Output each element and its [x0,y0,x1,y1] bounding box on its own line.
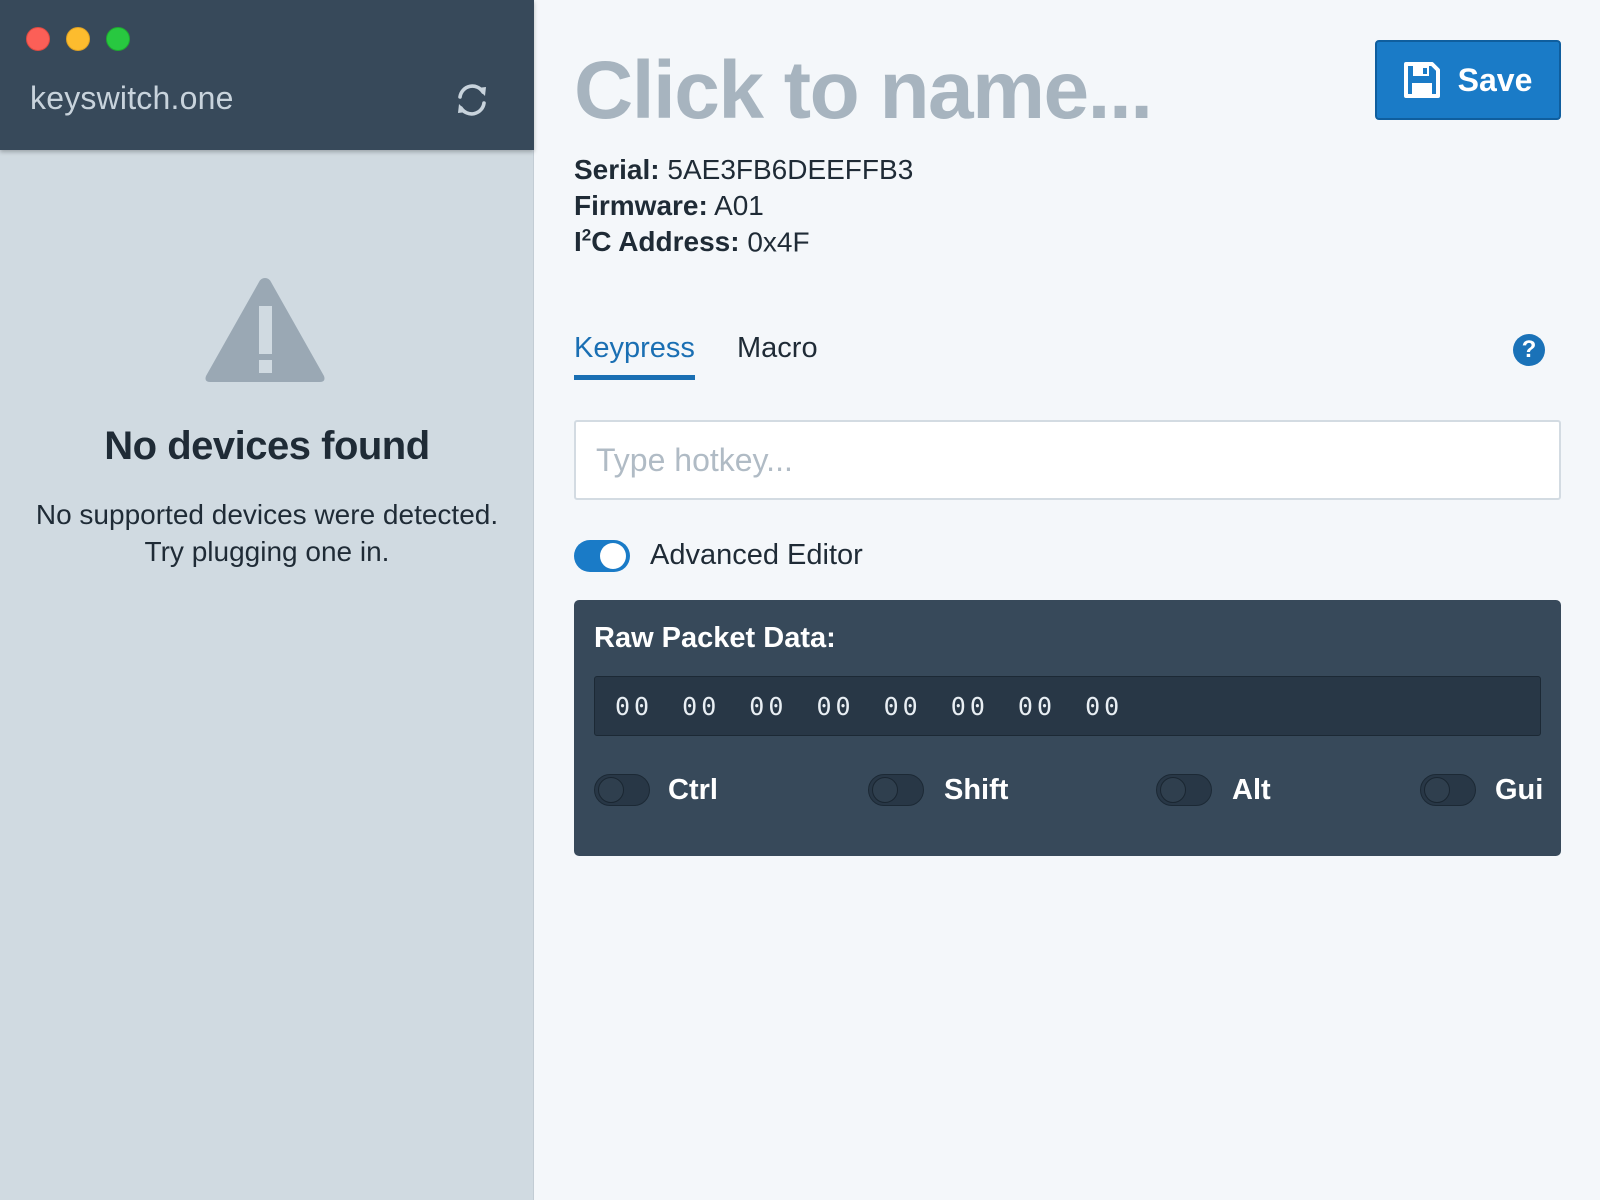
toggle-knob [872,777,898,803]
alt-label: Alt [1232,774,1271,806]
save-button-label: Save [1457,61,1533,98]
i2c-label: I2C Address: [574,226,740,258]
hotkey-input[interactable] [574,420,1561,500]
toggle-knob [600,543,626,569]
toggle-knob [1424,777,1450,803]
empty-state-line: No supported devices were detected. [35,499,499,530]
device-name-field[interactable]: Click to name... [574,44,1153,138]
i2c-info: I2C Address: 0x4F [574,226,810,258]
i2c-value: 0x4F [747,226,810,258]
raw-packet-panel: Raw Packet Data: 00 00 00 00 00 00 00 00… [574,600,1561,856]
gui-toggle[interactable] [1420,774,1476,806]
empty-state-title: No devices found [104,424,430,468]
sidebar: keyswitch.one No devices found No suppor… [0,0,534,1200]
app-title: keyswitch.one [30,80,234,116]
help-icon[interactable]: ? [1513,334,1545,366]
warning-icon [205,278,325,382]
serial-label: Serial: [574,154,660,185]
tab-macro[interactable]: Macro [737,332,818,365]
refresh-icon[interactable] [452,80,492,120]
alt-toggle[interactable] [1156,774,1212,806]
firmware-info: Firmware: A01 [574,190,764,222]
ctrl-toggle[interactable] [594,774,650,806]
window-zoom-button[interactable] [106,27,130,51]
firmware-label: Firmware: [574,190,708,221]
tab-keypress[interactable]: Keypress [574,332,695,380]
gui-label: Gui [1495,774,1544,806]
serial-value: 5AE3FB6DEEFFB3 [667,154,914,185]
shift-toggle[interactable] [868,774,924,806]
save-button[interactable]: Save [1375,40,1561,120]
raw-packet-label: Raw Packet Data: [594,622,836,654]
raw-packet-field[interactable]: 00 00 00 00 00 00 00 00 [594,676,1541,736]
shift-label: Shift [944,774,1009,806]
save-icon [1403,62,1440,98]
sidebar-header: keyswitch.one [0,0,534,150]
advanced-editor-toggle[interactable] [574,540,630,572]
window-close-button[interactable] [26,27,50,51]
empty-state-message: No supported devices were detected. Try … [0,496,534,570]
advanced-editor-label: Advanced Editor [650,539,863,571]
ctrl-label: Ctrl [668,774,718,806]
toggle-knob [598,777,624,803]
firmware-value: A01 [714,190,764,221]
toggle-knob [1160,777,1186,803]
serial-info: Serial: 5AE3FB6DEEFFB3 [574,154,913,186]
window-minimize-button[interactable] [66,27,90,51]
empty-state-line: Try plugging one in. [144,536,390,567]
